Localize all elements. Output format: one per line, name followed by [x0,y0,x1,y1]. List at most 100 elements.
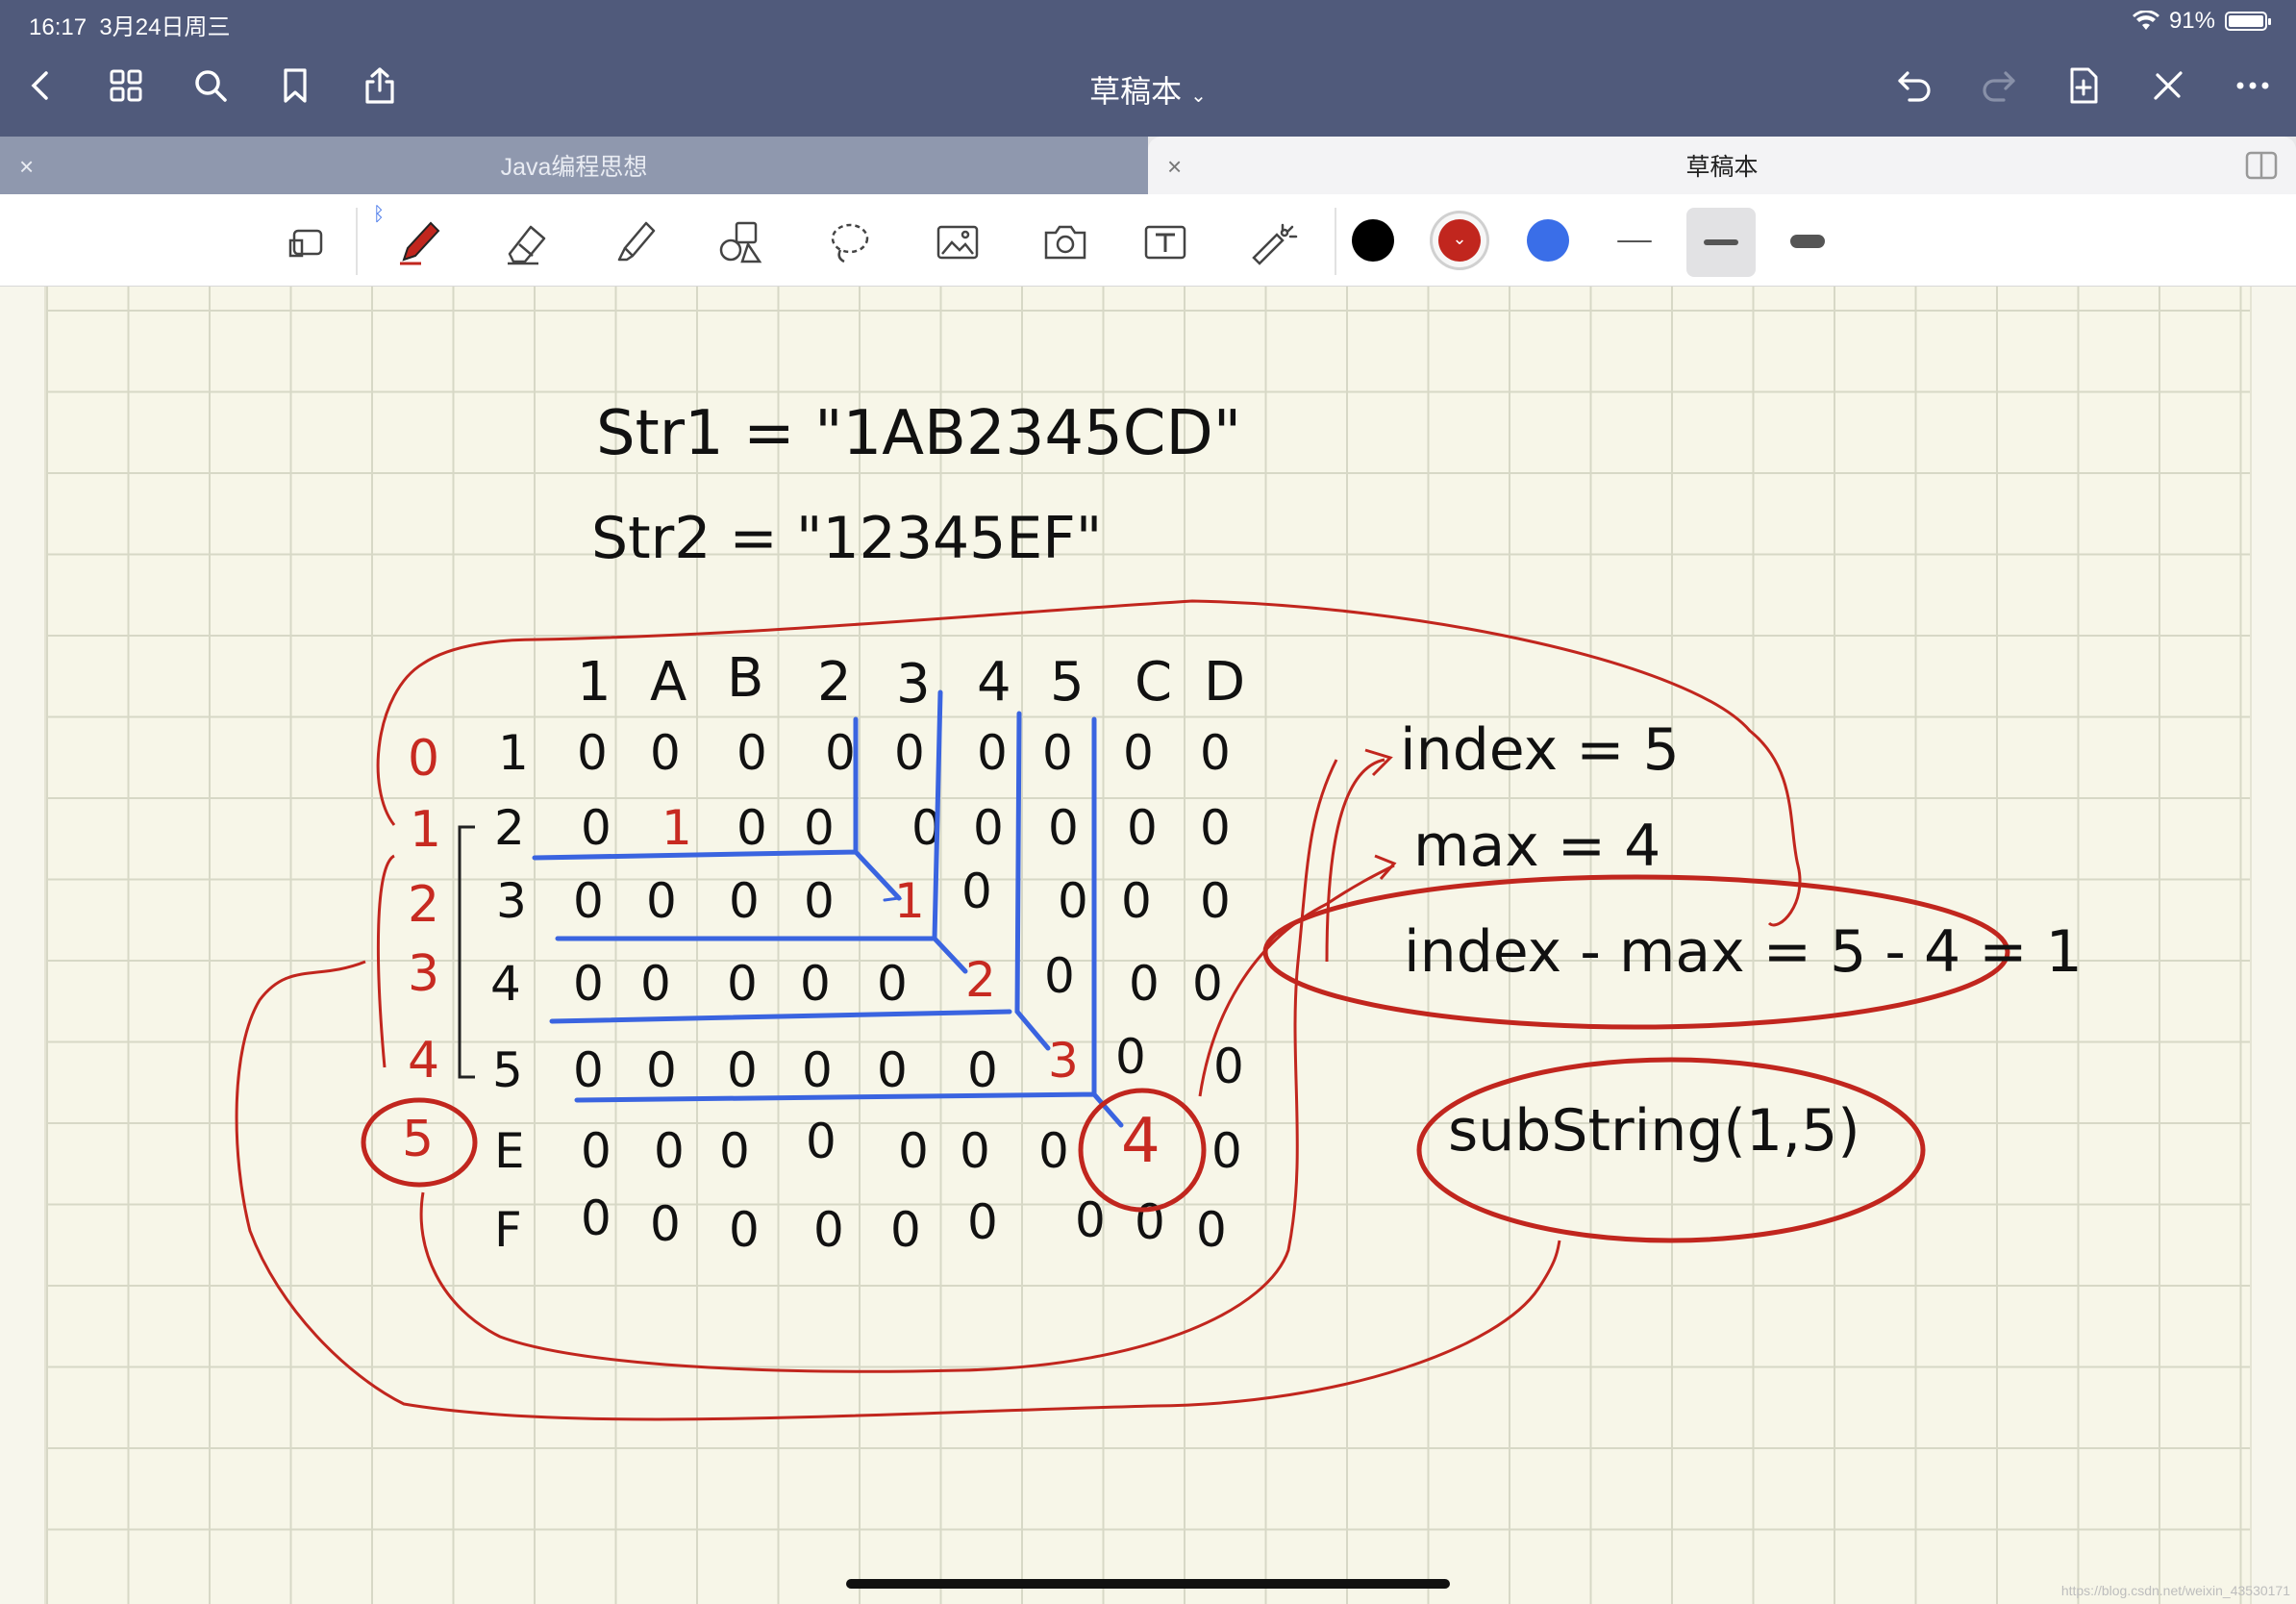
stroke-thin-button[interactable] [1600,219,1669,263]
svg-text:0: 0 [1127,800,1158,856]
svg-text:C: C [1135,651,1172,714]
chevron-down-icon: ⌄ [1452,229,1467,248]
svg-text:E: E [494,1123,525,1179]
undo-icon[interactable] [1888,60,1940,112]
tab-close-icon[interactable]: × [19,152,34,182]
matrix-row: F 000000000 [494,1190,1227,1258]
black-row-bracket [458,825,475,1079]
matrix: 1 000000000 2 010000000 3 000010000 4 00… [490,725,1244,1258]
grid-icon[interactable] [100,60,152,112]
svg-text:2: 2 [408,876,439,934]
svg-text:0: 0 [804,873,835,929]
svg-text:5: 5 [402,1111,434,1168]
svg-text:4: 4 [977,651,1011,714]
battery-icon [2225,12,2271,31]
matrix-row: 3 000010000 [496,864,1231,929]
stroke-medium-button[interactable] [1686,208,1756,277]
svg-text:0: 0 [1058,873,1088,929]
lasso-icon[interactable] [819,212,881,273]
svg-text:4: 4 [1121,1106,1160,1177]
svg-text:0: 0 [1200,800,1231,856]
image-icon[interactable] [927,212,988,273]
handwritten-notes: Str1 = "1AB2345CD" Str2 = "12345EF" 1 A … [235,398,2083,1421]
svg-text:0: 0 [806,1114,836,1169]
split-view-icon[interactable] [2244,148,2279,183]
svg-text:3: 3 [896,653,931,715]
back-icon[interactable] [15,60,67,112]
tab-java-book[interactable]: × Java编程思想 [0,137,1148,194]
svg-text:0: 0 [813,1202,844,1258]
red-loop-left [235,960,1561,1421]
eraser-icon[interactable] [496,212,558,273]
svg-text:0: 0 [573,873,604,929]
svg-text:0: 0 [646,1042,677,1098]
svg-text:B: B [727,647,763,710]
svg-text:0: 0 [736,725,767,781]
svg-text:0: 0 [654,1123,685,1179]
highlighter-icon[interactable] [604,212,665,273]
str1-text: Str1 = "1AB2345CD" [596,398,1241,469]
add-page-icon[interactable] [2058,60,2109,112]
redo-icon[interactable] [1973,60,2025,112]
svg-text:0: 0 [646,873,677,929]
shapes-icon[interactable] [711,212,773,273]
str2-text: Str2 = "12345EF" [591,505,1102,572]
column-headers: 1 A B 2 3 4 5 C D [577,647,1245,715]
tab-label: 草稿本 [1685,154,1759,181]
svg-text:0: 0 [650,725,681,781]
svg-text:0: 0 [967,1042,998,1098]
tab-scratchpad[interactable]: × 草稿本 [1148,137,2296,194]
tab-label: Java编程思想 [500,154,648,181]
bookmark-icon[interactable] [269,60,321,112]
battery-percent: 91% [2168,8,2215,34]
svg-text:1: 1 [894,873,925,929]
lasso-scan-icon[interactable] [277,212,338,273]
svg-text:0: 0 [1196,1202,1227,1258]
red-bracket [376,854,395,1068]
svg-text:D: D [1204,651,1245,714]
svg-text:0: 0 [727,1042,758,1098]
svg-text:0: 0 [650,1196,681,1252]
color-black-swatch[interactable] [1352,219,1394,262]
text-icon[interactable] [1135,212,1196,273]
svg-text:0: 0 [1048,800,1079,856]
search-icon[interactable] [185,60,237,112]
svg-text:2: 2 [965,952,996,1008]
svg-text:0: 0 [1200,873,1231,929]
status-indicators: 91% [2132,8,2271,35]
more-icon[interactable] [2227,60,2279,112]
svg-text:0: 0 [1123,725,1154,781]
svg-text:4: 4 [490,956,521,1012]
svg-text:0: 0 [1200,725,1231,781]
svg-text:0: 0 [719,1123,750,1179]
svg-text:1: 1 [577,651,611,714]
svg-text:0: 0 [640,956,671,1012]
laser-pointer-icon[interactable] [1240,212,1302,273]
max-text: max = 4 [1413,813,1660,880]
share-icon[interactable] [354,60,406,112]
color-red-swatch[interactable]: ⌄ [1438,219,1481,262]
close-pen-icon[interactable] [2142,60,2194,112]
tab-close-icon[interactable]: × [1167,152,1182,182]
svg-text:0: 0 [573,956,604,1012]
svg-text:0: 0 [1192,956,1223,1012]
svg-text:2: 2 [494,800,525,856]
stroke-thick-button[interactable] [1773,219,1842,263]
svg-text:0: 0 [825,725,856,781]
color-blue-swatch[interactable] [1527,219,1569,262]
wifi-icon [2132,11,2159,30]
document-title-dropdown[interactable]: 草稿本 ⌄ [1089,74,1207,109]
matrix-row: E 000000040 [494,1106,1242,1179]
svg-text:0: 0 [800,956,831,1012]
svg-text:0: 0 [961,864,992,919]
pen-icon[interactable] [388,212,450,273]
svg-text:1: 1 [498,725,529,781]
substring-text: subString(1,5) [1448,1097,1860,1165]
svg-text:0: 0 [977,725,1008,781]
svg-text:1: 1 [661,800,692,856]
red-arrow-index [1325,748,1397,963]
camera-icon[interactable] [1035,212,1096,273]
home-indicator[interactable] [846,1579,1450,1589]
svg-text:0: 0 [1129,956,1160,1012]
svg-text:0: 0 [960,1123,990,1179]
